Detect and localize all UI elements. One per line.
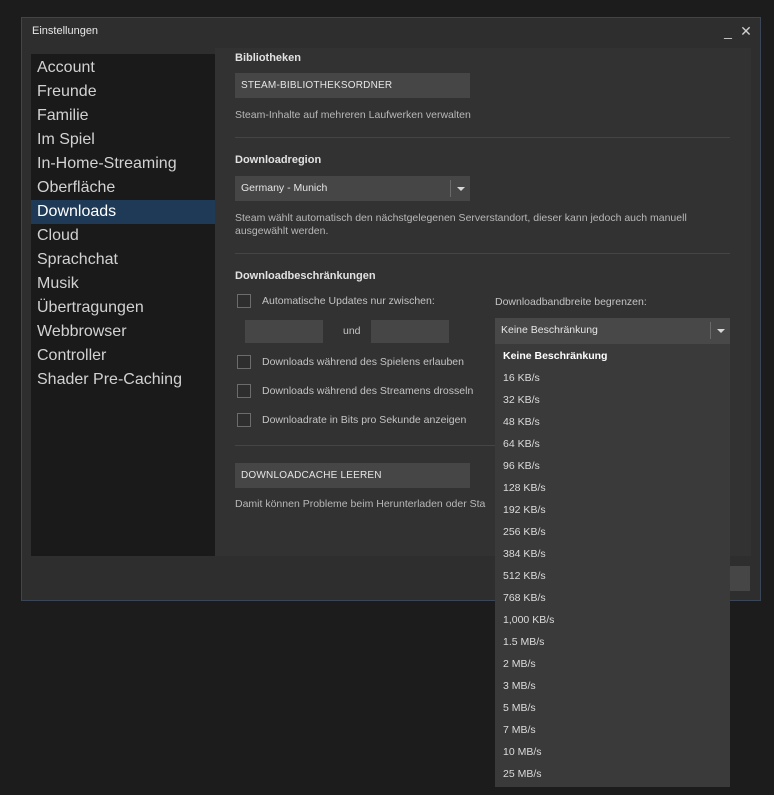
sidebar-item-cloud[interactable]: Cloud bbox=[31, 224, 215, 248]
chevron-down-icon bbox=[710, 322, 730, 339]
region-description-line1: Steam wählt automatisch den nächstgelege… bbox=[235, 212, 687, 224]
sidebar-item-web-browser[interactable]: Webbrowser bbox=[31, 320, 215, 344]
bandwidth-option[interactable]: 384 KB/s bbox=[495, 543, 730, 565]
libraries-heading: Bibliotheken bbox=[235, 52, 302, 64]
bandwidth-option[interactable]: 256 KB/s bbox=[495, 521, 730, 543]
sidebar-item-shader-pre-caching[interactable]: Shader Pre-Caching bbox=[31, 368, 215, 392]
bandwidth-option[interactable]: 512 KB/s bbox=[495, 565, 730, 587]
section-divider bbox=[235, 253, 730, 254]
update-time-to-field[interactable] bbox=[371, 320, 449, 343]
bandwidth-option[interactable]: 5 MB/s bbox=[495, 697, 730, 719]
download-region-dropdown[interactable]: Germany - Munich bbox=[235, 176, 470, 201]
bandwidth-limit-dropdown[interactable]: Keine Beschränkung bbox=[495, 318, 730, 344]
library-folders-button[interactable]: STEAM-BIBLIOTHEKSORDNER bbox=[235, 73, 470, 98]
throttle-streaming-checkbox[interactable] bbox=[237, 384, 251, 398]
allow-while-playing-checkbox[interactable] bbox=[237, 355, 251, 369]
region-description-line2: ausgewählt werden. bbox=[235, 225, 329, 237]
download-region-value: Germany - Munich bbox=[241, 182, 328, 194]
between-label: und bbox=[343, 325, 361, 337]
region-description: Steam wählt automatisch den nächstgelege… bbox=[235, 212, 735, 238]
bandwidth-option[interactable]: 25 MB/s bbox=[495, 763, 730, 785]
section-divider bbox=[235, 445, 495, 446]
restrictions-heading: Downloadbeschränkungen bbox=[235, 270, 376, 282]
bandwidth-option[interactable]: 7 MB/s bbox=[495, 719, 730, 741]
auto-updates-checkbox[interactable] bbox=[237, 294, 251, 308]
bandwidth-option[interactable]: 16 KB/s bbox=[495, 367, 730, 389]
allow-while-playing-label: Downloads während des Spielens erlauben bbox=[262, 356, 464, 368]
auto-updates-label: Automatische Updates nur zwischen: bbox=[262, 295, 435, 307]
sidebar-item-music[interactable]: Musik bbox=[31, 272, 215, 296]
sidebar-item-in-home-streaming[interactable]: In-Home-Streaming bbox=[31, 152, 215, 176]
chevron-down-icon bbox=[450, 180, 470, 197]
window-title: Einstellungen bbox=[32, 25, 99, 37]
bandwidth-option[interactable]: 192 KB/s bbox=[495, 499, 730, 521]
bandwidth-option[interactable]: 48 KB/s bbox=[495, 411, 730, 433]
show-bits-label: Downloadrate in Bits pro Sekunde anzeige… bbox=[262, 414, 467, 426]
title-bar[interactable]: Einstellungen _ ✕ bbox=[22, 18, 760, 48]
bandwidth-options-list: Keine Beschränkung 16 KB/s 32 KB/s 48 KB… bbox=[495, 344, 730, 787]
sidebar-item-controller[interactable]: Controller bbox=[31, 344, 215, 368]
cache-description: Damit können Probleme beim Herunterladen… bbox=[235, 498, 486, 510]
bandwidth-option[interactable]: 3 MB/s bbox=[495, 675, 730, 697]
throttle-streaming-label: Downloads während des Streamens drosseln bbox=[262, 385, 474, 397]
minimize-icon[interactable]: _ bbox=[720, 22, 736, 40]
bandwidth-option[interactable]: Keine Beschränkung bbox=[495, 345, 730, 367]
bandwidth-option[interactable]: 64 KB/s bbox=[495, 433, 730, 455]
libraries-description: Steam-Inhalte auf mehreren Laufwerken ve… bbox=[235, 109, 471, 121]
sidebar-item-in-game[interactable]: Im Spiel bbox=[31, 128, 215, 152]
section-divider bbox=[235, 137, 730, 138]
bandwidth-option[interactable]: 1.5 MB/s bbox=[495, 631, 730, 653]
clear-download-cache-button[interactable]: DOWNLOADCACHE LEEREN bbox=[235, 463, 470, 488]
sidebar-item-friends[interactable]: Freunde bbox=[31, 80, 215, 104]
bandwidth-option[interactable]: 2 MB/s bbox=[495, 653, 730, 675]
bandwidth-option[interactable]: 32 KB/s bbox=[495, 389, 730, 411]
show-bits-checkbox[interactable] bbox=[237, 413, 251, 427]
update-time-from-field[interactable] bbox=[245, 320, 323, 343]
sidebar-item-broadcasting[interactable]: Übertragungen bbox=[31, 296, 215, 320]
bandwidth-option[interactable]: 96 KB/s bbox=[495, 455, 730, 477]
sidebar-item-downloads[interactable]: Downloads bbox=[31, 200, 215, 224]
sidebar-item-voice[interactable]: Sprachchat bbox=[31, 248, 215, 272]
bandwidth-limit-value: Keine Beschränkung bbox=[501, 324, 598, 336]
sidebar-item-family[interactable]: Familie bbox=[31, 104, 215, 128]
sidebar-item-interface[interactable]: Oberfläche bbox=[31, 176, 215, 200]
sidebar-item-account[interactable]: Account bbox=[31, 56, 215, 80]
bandwidth-option[interactable]: 1,000 KB/s bbox=[495, 609, 730, 631]
bandwidth-option[interactable]: 768 KB/s bbox=[495, 587, 730, 609]
settings-sidebar: Account Freunde Familie Im Spiel In-Home… bbox=[31, 54, 215, 556]
close-icon[interactable]: ✕ bbox=[738, 22, 754, 40]
bandwidth-option[interactable]: 10 MB/s bbox=[495, 741, 730, 763]
region-heading: Downloadregion bbox=[235, 154, 322, 166]
bandwidth-option[interactable]: 128 KB/s bbox=[495, 477, 730, 499]
bandwidth-limit-label: Downloadbandbreite begrenzen: bbox=[495, 296, 647, 308]
